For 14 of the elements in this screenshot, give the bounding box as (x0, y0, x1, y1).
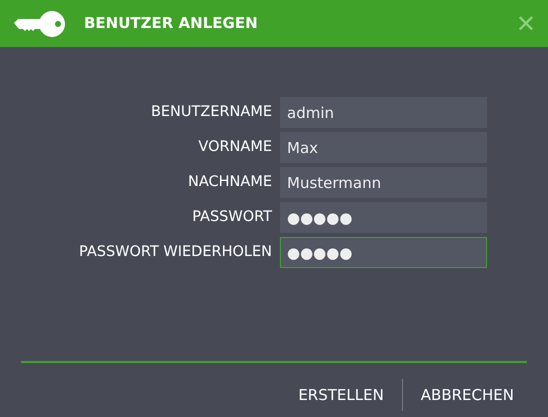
input-field[interactable]: Max (280, 132, 487, 163)
field-label: VORNAME (197, 138, 273, 157)
field-label: PASSWORT (191, 208, 273, 227)
dialog-button[interactable]: ERSTELLEN (280, 380, 402, 410)
field-label: PASSWORT WIEDERHOLEN (78, 242, 273, 262)
key-icon (14, 10, 68, 36)
window-title: BENUTZER ANLEGEN (84, 13, 258, 34)
input-field[interactable]: ●●●●● (280, 237, 487, 268)
field-label: BENUTZERNAME (150, 102, 273, 122)
dialog-button[interactable]: ABBRECHEN (402, 380, 532, 410)
input-field[interactable]: Mustermann (280, 167, 487, 198)
input-field[interactable]: admin (280, 97, 487, 128)
input-field[interactable]: ●●●●● (280, 202, 487, 233)
field-label: NACHNAME (187, 172, 273, 192)
